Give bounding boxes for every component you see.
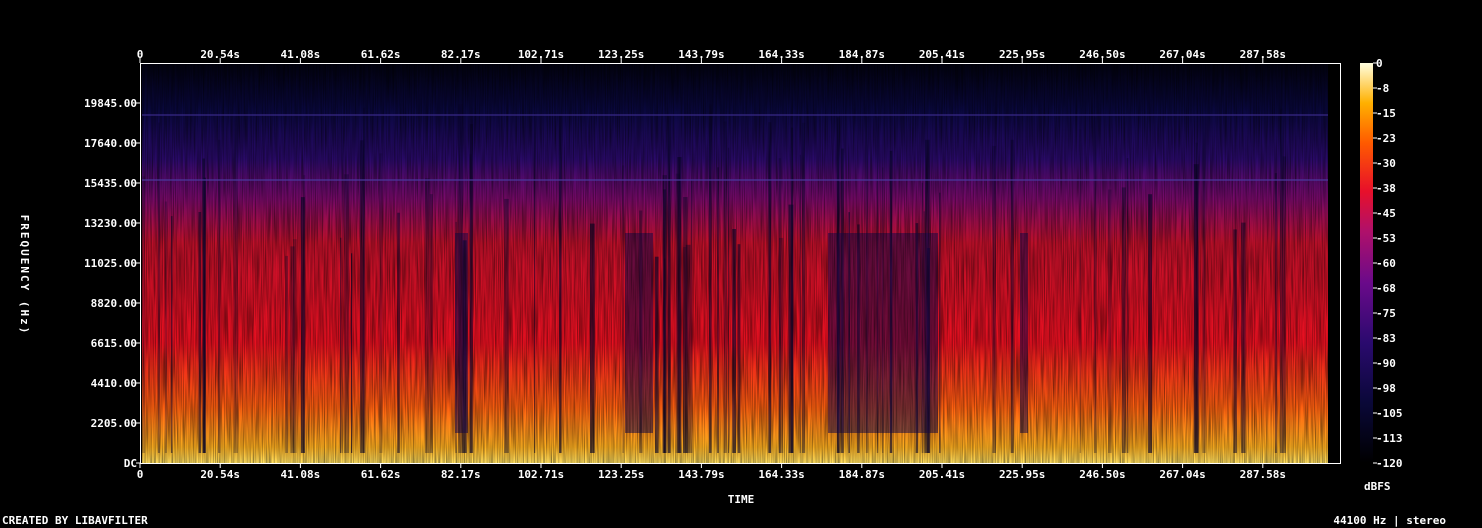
colorbar-tick-label: -45 xyxy=(1376,207,1396,220)
x-tick-label-top: 20.54s xyxy=(200,48,240,61)
spectrogram-area xyxy=(140,63,1341,463)
colorbar-tick-label: -120 xyxy=(1376,457,1403,470)
colorbar-tick-label: -105 xyxy=(1376,407,1403,420)
x-tick-label-top: 267.04s xyxy=(1159,48,1205,61)
spectrogram-chart: 0 20.54s 41.08s 61.62s 82.17s 102.71s 123.25s 1… xyxy=(18,48,1403,506)
y-tick-label: 4410.00 xyxy=(91,377,137,390)
x-axis-label: TIME xyxy=(728,493,755,506)
y-tick-label: 17640.00 xyxy=(84,137,137,150)
colorbar-tick-label: -83 xyxy=(1376,332,1396,345)
colorbar-gradient xyxy=(1360,63,1373,463)
x-tick-label-bottom: 287.58s xyxy=(1240,468,1286,481)
colorbar-ticks: 0 -8 -15 -23 -30 -38 -45 -53 -60 -68 -75 -83 -90 -98 -… xyxy=(1373,57,1403,470)
y-tick-label: 19845.00 xyxy=(84,97,137,110)
x-tick-label-bottom: 0 xyxy=(137,468,144,481)
x-tick-label-top: 164.33s xyxy=(758,48,804,61)
colorbar-tick-label: -75 xyxy=(1376,307,1396,320)
x-tick-label-bottom: 184.87s xyxy=(839,468,885,481)
y-tick-label: 8820.00 xyxy=(91,297,137,310)
colorbar-tick-label: -30 xyxy=(1376,157,1396,170)
x-tick-label-top: 225.95s xyxy=(999,48,1045,61)
colorbar-label: dBFS xyxy=(1364,480,1391,493)
colorbar-tick-label: -113 xyxy=(1376,432,1403,445)
x-tick-label-top: 123.25s xyxy=(598,48,644,61)
footer-credit: CREATED BY LIBAVFILTER xyxy=(2,514,148,527)
x-tick-label-bottom: 164.33s xyxy=(758,468,804,481)
x-tick-label-bottom: 246.50s xyxy=(1079,468,1125,481)
x-tick-label-top: 184.87s xyxy=(839,48,885,61)
footer-format: 44100 Hz | stereo xyxy=(1333,514,1446,527)
x-tick-label-top: 82.17s xyxy=(441,48,481,61)
y-tick-label: 15435.00 xyxy=(84,177,137,190)
x-tick-label-bottom: 20.54s xyxy=(200,468,240,481)
x-tick-label-top: 61.62s xyxy=(361,48,401,61)
x-tick-label-top: 0 xyxy=(137,48,144,61)
colorbar-tick-label: -68 xyxy=(1376,282,1396,295)
colorbar-tick-label: -8 xyxy=(1376,82,1389,95)
y-tick-label: DC xyxy=(124,457,137,470)
x-tick-label-bottom: 102.71s xyxy=(518,468,564,481)
colorbar-tick-label: -23 xyxy=(1376,132,1396,145)
x-tick-label-bottom: 123.25s xyxy=(598,468,644,481)
colorbar-tick-label: -60 xyxy=(1376,257,1396,270)
x-tick-label-bottom: 205.41s xyxy=(919,468,965,481)
x-tick-label-top: 41.08s xyxy=(281,48,321,61)
x-axis-bottom: 0 20.54s 41.08s 61.62s 82.17s 102.71s 123.25s 1… xyxy=(137,463,1286,481)
x-tick-label-bottom: 61.62s xyxy=(361,468,401,481)
x-tick-label-top: 205.41s xyxy=(919,48,965,61)
x-tick-label-bottom: 225.95s xyxy=(999,468,1045,481)
x-tick-label-top: 143.79s xyxy=(678,48,724,61)
x-tick-label-bottom: 143.79s xyxy=(678,468,724,481)
y-tick-label: 11025.00 xyxy=(84,257,137,270)
colorbar-tick-label: -98 xyxy=(1376,382,1396,395)
y-axis-label: FREQUENCY (Hz) xyxy=(18,215,31,336)
colorbar-tick-label: -53 xyxy=(1376,232,1396,245)
colorbar-tick-label: -15 xyxy=(1376,107,1396,120)
x-tick-label-bottom: 82.17s xyxy=(441,468,481,481)
y-axis: DC 2205.00 4410.00 6615.00 8820.00 11025.00 13… xyxy=(84,97,140,470)
y-tick-label: 13230.00 xyxy=(84,217,137,230)
spectrogram-texture xyxy=(142,63,1328,463)
colorbar-tick-label: -38 xyxy=(1376,182,1396,195)
x-tick-label-bottom: 267.04s xyxy=(1159,468,1205,481)
x-axis-top: 0 20.54s 41.08s 61.62s 82.17s 102.71s 123.25s 1… xyxy=(137,48,1286,63)
y-tick-label: 2205.00 xyxy=(91,417,137,430)
x-tick-label-top: 246.50s xyxy=(1079,48,1125,61)
x-tick-label-top: 102.71s xyxy=(518,48,564,61)
x-tick-label-top: 287.58s xyxy=(1240,48,1286,61)
colorbar: 0 -8 -15 -23 -30 -38 -45 -53 -60 -68 -75 -83 -90 -98 -… xyxy=(1360,57,1403,493)
colorbar-tick-label: 0 xyxy=(1376,57,1383,70)
colorbar-tick-label: -90 xyxy=(1376,357,1396,370)
y-tick-label: 6615.00 xyxy=(91,337,137,350)
x-tick-label-bottom: 41.08s xyxy=(281,468,321,481)
